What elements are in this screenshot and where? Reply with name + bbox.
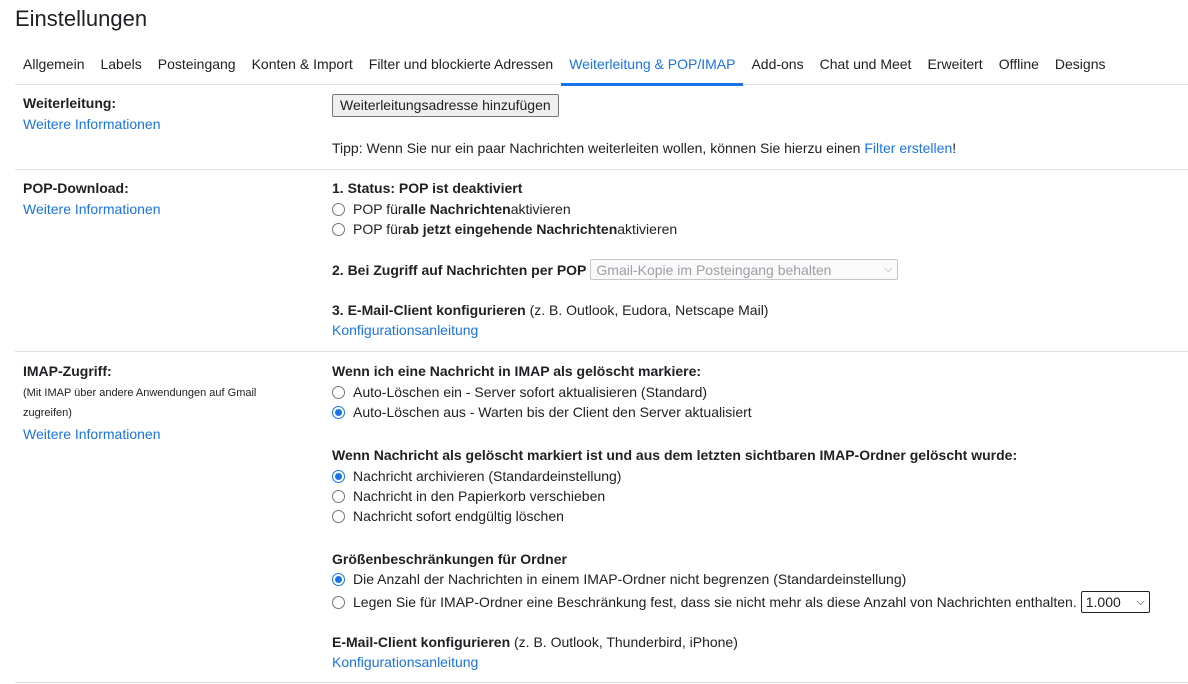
imap-expunge-heading: Wenn Nachricht als gelöscht markiert ist… <box>332 447 1018 463</box>
create-filter-link[interactable]: Filter erstellen <box>864 140 952 156</box>
pop-section: POP-Download: Weitere Informationen 1. S… <box>15 170 1188 352</box>
pop-access-row: 2. Bei Zugriff auf Nachrichten per POP G… <box>332 259 899 280</box>
page-title: Einstellungen <box>15 6 148 31</box>
pop-access-select-value: Gmail-Kopie im Posteingang behalten <box>596 261 832 278</box>
radio-icon[interactable] <box>332 572 345 586</box>
option-label: Nachricht archivieren (Standardeinstellu… <box>353 468 622 484</box>
imap-client-rest: (z. B. Outlook, Thunderbird, iPhone) <box>510 634 738 650</box>
option-label: Die Anzahl der Nachrichten in einem IMAP… <box>353 571 907 587</box>
chevron-down-icon: ⌵ <box>1136 595 1145 608</box>
imap-expunge-option-delete[interactable]: Nachricht sofort endgültig löschen <box>332 508 564 524</box>
imap-client-bold: E-Mail-Client konfigurieren <box>332 634 511 650</box>
option-label: Nachricht in den Papierkorb verschieben <box>353 488 606 504</box>
pop-access-label: 2. Bei Zugriff auf Nachrichten per POP <box>332 261 587 278</box>
pop-option-now-prefix: POP für <box>353 221 403 237</box>
option-label: Legen Sie für IMAP-Ordner eine Beschränk… <box>353 594 1077 610</box>
imap-deleted-option-auto-on[interactable]: Auto-Löschen ein - Server sofort aktuali… <box>332 384 707 400</box>
pop-client-bold: 3. E-Mail-Client konfigurieren <box>332 302 526 318</box>
imap-size-limit-value: 1.000 <box>1085 594 1121 610</box>
pop-option-now-bold: ab jetzt eingehende Nachrichten <box>402 221 618 237</box>
pop-status: 1. Status: POP ist deaktiviert <box>332 180 523 196</box>
forwarding-more-info-link[interactable]: Weitere Informationen <box>23 116 160 132</box>
imap-more-info-link[interactable]: Weitere Informationen <box>23 426 160 442</box>
forwarding-tip: Tipp: Wenn Sie nur ein paar Nachrichten … <box>332 140 956 156</box>
imap-size-limit-select[interactable]: 1.000 ⌵ <box>1080 591 1150 613</box>
pop-option-all-suffix: aktivieren <box>510 201 571 217</box>
imap-size-heading: Größenbeschränkungen für Ordner <box>332 551 567 567</box>
pop-option-from-now[interactable]: POP für ab jetzt eingehende Nachrichten … <box>332 221 677 237</box>
imap-label: IMAP-Zugriff: <box>23 363 112 379</box>
radio-icon[interactable] <box>332 489 345 503</box>
tab-designs[interactable]: Designs <box>1047 44 1114 85</box>
pop-more-info-link[interactable]: Weitere Informationen <box>23 201 160 217</box>
imap-size-option-limit[interactable]: Legen Sie für IMAP-Ordner eine Beschränk… <box>332 591 1150 613</box>
imap-client-config: E-Mail-Client konfigurieren (z. B. Outlo… <box>332 634 738 650</box>
option-label: Nachricht sofort endgültig löschen <box>353 508 564 524</box>
pop-client-rest: (z. B. Outlook, Eudora, Netscape Mail) <box>525 302 769 318</box>
imap-expunge-option-archive[interactable]: Nachricht archivieren (Standardeinstellu… <box>332 468 621 484</box>
pop-access-select[interactable]: Gmail-Kopie im Posteingang behalten ⌵ <box>590 259 899 280</box>
imap-deleted-heading: Wenn ich eine Nachricht in IMAP als gelö… <box>332 363 702 379</box>
option-label: Auto-Löschen ein - Server sofort aktuali… <box>353 384 708 400</box>
tab-offline[interactable]: Offline <box>991 44 1047 85</box>
tab-chat-meet[interactable]: Chat und Meet <box>812 44 920 85</box>
imap-expunge-option-trash[interactable]: Nachricht in den Papierkorb verschieben <box>332 488 605 504</box>
settings-tabs: Allgemein Labels Posteingang Konten & Im… <box>15 44 1188 86</box>
tab-erweitert[interactable]: Erweitert <box>919 44 990 85</box>
radio-icon[interactable] <box>332 385 345 399</box>
pop-option-now-suffix: aktivieren <box>617 221 678 237</box>
imap-section: IMAP-Zugriff: (Mit IMAP über andere Anwe… <box>15 352 1188 683</box>
radio-icon[interactable] <box>332 202 345 216</box>
radio-icon[interactable] <box>332 509 345 523</box>
option-label: Auto-Löschen aus - Warten bis der Client… <box>353 404 752 420</box>
tab-weiterleitung-pop-imap[interactable]: Weiterleitung & POP/IMAP <box>561 44 744 86</box>
add-forwarding-address-button[interactable]: Weiterleitungsadresse hinzufügen <box>332 94 559 117</box>
forwarding-section: Weiterleitung: Weitere Informationen Wei… <box>15 85 1188 170</box>
tab-posteingang[interactable]: Posteingang <box>150 44 244 85</box>
radio-icon[interactable] <box>332 222 345 236</box>
pop-option-all-bold: alle Nachrichten <box>402 201 511 217</box>
imap-size-option-unlimited[interactable]: Die Anzahl der Nachrichten in einem IMAP… <box>332 571 906 587</box>
pop-option-all-prefix: POP für <box>353 201 403 217</box>
forwarding-tip-suffix: ! <box>952 140 957 156</box>
pop-client-config: 3. E-Mail-Client konfigurieren (z. B. Ou… <box>332 302 768 318</box>
imap-deleted-option-auto-off[interactable]: Auto-Löschen aus - Warten bis der Client… <box>332 404 752 420</box>
radio-icon[interactable] <box>332 405 345 419</box>
radio-icon[interactable] <box>332 469 345 483</box>
forwarding-label: Weiterleitung: <box>23 95 117 111</box>
pop-config-guide-link[interactable]: Konfigurationsanleitung <box>332 322 478 338</box>
tab-allgemein[interactable]: Allgemein <box>15 44 92 85</box>
imap-config-guide-link[interactable]: Konfigurationsanleitung <box>332 654 478 670</box>
tab-add-ons[interactable]: Add-ons <box>743 44 811 85</box>
pop-label: POP-Download: <box>23 180 129 196</box>
tab-filter[interactable]: Filter und blockierte Adressen <box>361 44 561 85</box>
radio-icon[interactable] <box>332 595 345 609</box>
imap-note: (Mit IMAP über andere Anwendungen auf Gm… <box>23 387 257 419</box>
pop-option-all[interactable]: POP für alle Nachrichten aktivieren <box>332 201 571 217</box>
tab-konten-import[interactable]: Konten & Import <box>244 44 361 85</box>
forwarding-tip-text: Tipp: Wenn Sie nur ein paar Nachrichten … <box>332 140 865 156</box>
tab-labels[interactable]: Labels <box>92 44 149 85</box>
chevron-down-icon: ⌵ <box>884 263 893 275</box>
